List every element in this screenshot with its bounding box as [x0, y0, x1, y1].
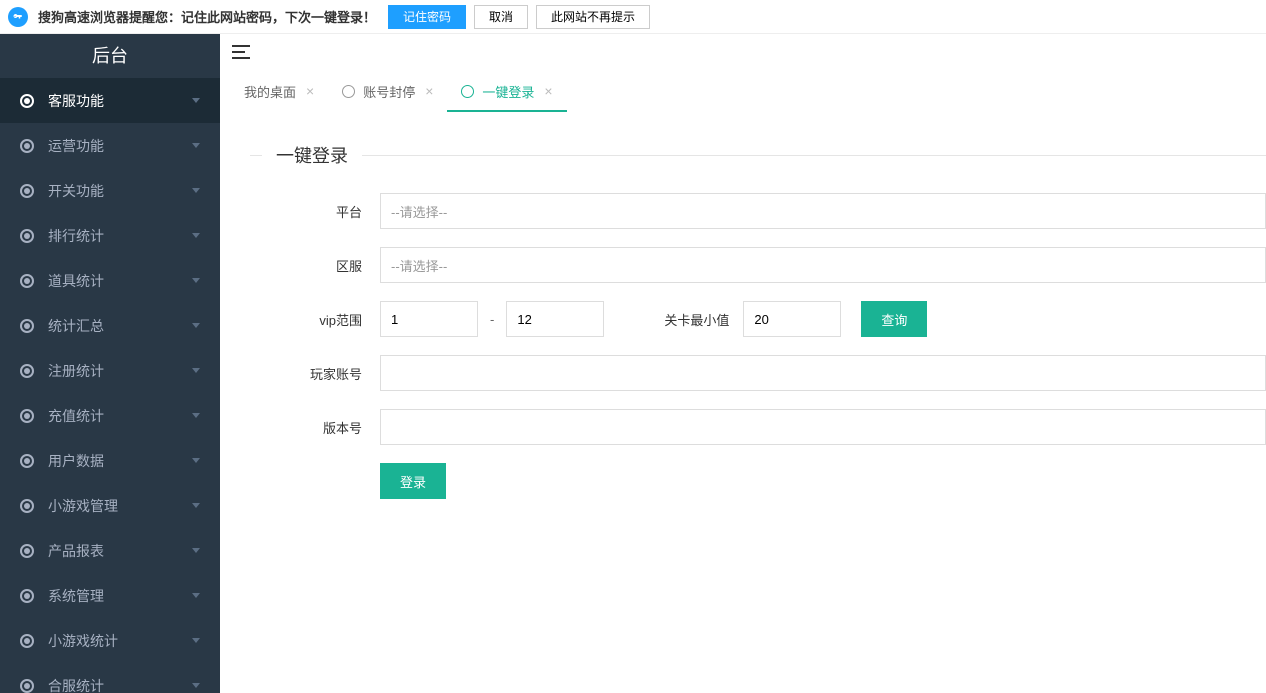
version-label: 版本号: [250, 418, 380, 437]
chevron-down-icon: [192, 413, 200, 418]
zone-label: 区服: [250, 256, 380, 275]
sidebar-item-4[interactable]: 道具统计: [0, 258, 220, 303]
query-button[interactable]: 查询: [861, 301, 927, 337]
sidebar-item-label: 道具统计: [48, 271, 192, 291]
sidebar-item-5[interactable]: 统计汇总: [0, 303, 220, 348]
chevron-down-icon: [192, 323, 200, 328]
sidebar: 后台 客服功能运营功能开关功能排行统计道具统计统计汇总注册统计充值统计用户数据小…: [0, 34, 220, 693]
sidebar-item-label: 充值统计: [48, 406, 192, 426]
chevron-down-icon: [192, 638, 200, 643]
sidebar-item-label: 统计汇总: [48, 316, 192, 336]
sidebar-item-label: 系统管理: [48, 586, 192, 606]
stage-min-label: 关卡最小值: [664, 310, 729, 329]
version-input[interactable]: [380, 409, 1266, 445]
login-button[interactable]: 登录: [380, 463, 446, 499]
chevron-down-icon: [192, 548, 200, 553]
radio-icon: [461, 85, 474, 98]
radio-icon: [20, 274, 34, 288]
radio-icon: [342, 85, 355, 98]
browser-notification-bar: 搜狗高速浏览器提醒您：记住此网站密码，下次一键登录！ 记住密码 取消 此网站不再…: [0, 0, 1266, 34]
sidebar-item-label: 注册统计: [48, 361, 192, 381]
chevron-down-icon: [192, 683, 200, 688]
sidebar-item-label: 开关功能: [48, 181, 192, 201]
sidebar-item-1[interactable]: 运营功能: [0, 123, 220, 168]
radio-icon: [20, 94, 34, 108]
close-icon[interactable]: ×: [306, 83, 314, 99]
close-icon[interactable]: ×: [544, 83, 552, 99]
sidebar-item-label: 小游戏统计: [48, 631, 192, 651]
sidebar-item-3[interactable]: 排行统计: [0, 213, 220, 258]
tab-1[interactable]: 账号封停 ×: [328, 70, 447, 112]
topbar: [220, 34, 1266, 70]
tab-label: 一键登录: [482, 82, 534, 101]
sidebar-item-10[interactable]: 产品报表: [0, 528, 220, 573]
vip-min-input[interactable]: [380, 301, 478, 337]
player-account-label: 玩家账号: [250, 364, 380, 383]
radio-icon: [20, 184, 34, 198]
stage-min-input[interactable]: [743, 301, 841, 337]
key-icon: [8, 7, 28, 27]
content: 一键登录 平台 --请选择-- 区服 --请选择-- vip范围 -: [220, 112, 1266, 693]
tab-label: 账号封停: [363, 82, 415, 101]
sidebar-item-13[interactable]: 合服统计: [0, 663, 220, 693]
radio-icon: [20, 454, 34, 468]
range-dash: -: [488, 312, 496, 327]
sidebar-item-0[interactable]: 客服功能: [0, 78, 220, 123]
radio-icon: [20, 634, 34, 648]
player-account-input[interactable]: [380, 355, 1266, 391]
never-prompt-button[interactable]: 此网站不再提示: [536, 5, 650, 29]
radio-icon: [20, 499, 34, 513]
zone-select[interactable]: --请选择--: [380, 247, 1266, 283]
form-legend: 一键登录: [262, 142, 362, 168]
form-section: 一键登录: [250, 142, 1266, 168]
vip-max-input[interactable]: [506, 301, 604, 337]
sidebar-item-9[interactable]: 小游戏管理: [0, 483, 220, 528]
chevron-down-icon: [192, 368, 200, 373]
chevron-down-icon: [192, 593, 200, 598]
sidebar-item-12[interactable]: 小游戏统计: [0, 618, 220, 663]
chevron-down-icon: [192, 143, 200, 148]
chevron-down-icon: [192, 278, 200, 283]
sidebar-item-label: 小游戏管理: [48, 496, 192, 516]
sidebar-item-11[interactable]: 系统管理: [0, 573, 220, 618]
radio-icon: [20, 544, 34, 558]
radio-icon: [20, 229, 34, 243]
tab-2[interactable]: 一键登录 ×: [447, 70, 566, 112]
chevron-down-icon: [192, 98, 200, 103]
sidebar-item-label: 合服统计: [48, 676, 192, 693]
sidebar-item-7[interactable]: 充值统计: [0, 393, 220, 438]
vip-range-label: vip范围: [250, 310, 380, 329]
chevron-down-icon: [192, 188, 200, 193]
chevron-down-icon: [192, 233, 200, 238]
sidebar-item-label: 运营功能: [48, 136, 192, 156]
radio-icon: [20, 409, 34, 423]
close-icon[interactable]: ×: [425, 83, 433, 99]
platform-select[interactable]: --请选择--: [380, 193, 1266, 229]
tabs: 我的桌面 × 账号封停 × 一键登录 ×: [220, 70, 1266, 112]
sidebar-item-label: 产品报表: [48, 541, 192, 561]
sidebar-item-6[interactable]: 注册统计: [0, 348, 220, 393]
remember-password-button[interactable]: 记住密码: [388, 5, 466, 29]
tab-0[interactable]: 我的桌面 ×: [230, 70, 328, 112]
sidebar-item-label: 客服功能: [48, 91, 192, 111]
radio-icon: [20, 139, 34, 153]
app-logo: 后台: [0, 34, 220, 78]
sidebar-item-8[interactable]: 用户数据: [0, 438, 220, 483]
chevron-down-icon: [192, 458, 200, 463]
menu-toggle-icon[interactable]: [232, 45, 250, 59]
radio-icon: [20, 679, 34, 693]
radio-icon: [20, 589, 34, 603]
main: 我的桌面 × 账号封停 × 一键登录 × 一键登录 平台 --请选择-- 区服 --请选择…: [220, 34, 1266, 693]
notification-text: 搜狗高速浏览器提醒您：记住此网站密码，下次一键登录！: [38, 7, 376, 26]
radio-icon: [20, 319, 34, 333]
cancel-button[interactable]: 取消: [474, 5, 528, 29]
radio-icon: [20, 364, 34, 378]
chevron-down-icon: [192, 503, 200, 508]
platform-label: 平台: [250, 202, 380, 221]
tab-label: 我的桌面: [244, 82, 296, 101]
sidebar-item-label: 用户数据: [48, 451, 192, 471]
sidebar-item-label: 排行统计: [48, 226, 192, 246]
sidebar-item-2[interactable]: 开关功能: [0, 168, 220, 213]
